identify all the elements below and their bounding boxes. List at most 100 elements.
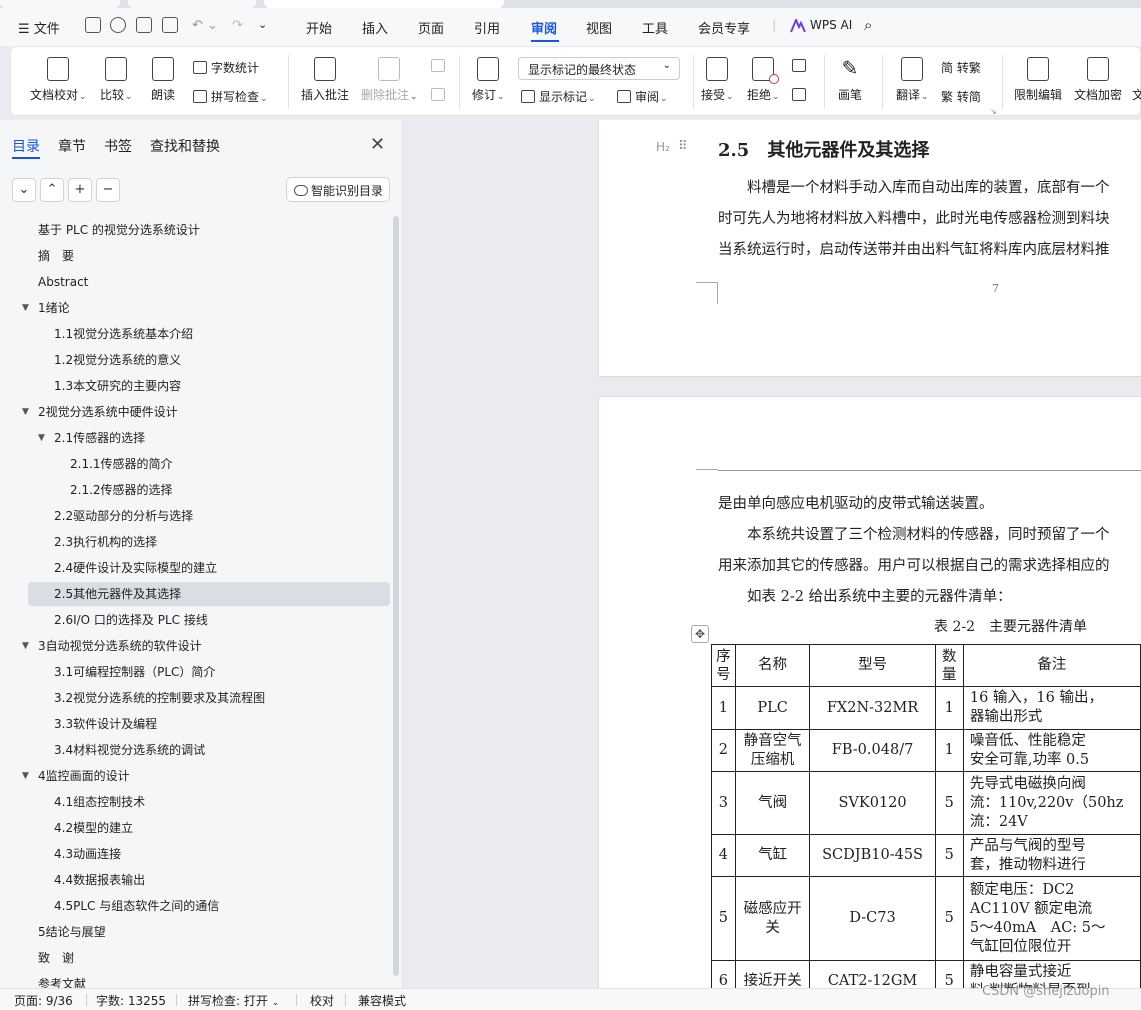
quick-access-more-icon[interactable]: ⌄ bbox=[258, 18, 267, 31]
window-tab[interactable] bbox=[128, 0, 256, 8]
toc-item[interactable]: 4.5PLC 与组态软件之间的通信 bbox=[28, 894, 390, 918]
tab-page[interactable]: 页面 bbox=[418, 18, 444, 37]
collapse-arrow-icon[interactable]: ▼ bbox=[38, 426, 45, 450]
compare-button[interactable]: 比较⌄ bbox=[100, 57, 133, 103]
tab-review[interactable]: 审阅 bbox=[531, 18, 557, 37]
toc-item[interactable]: 2.5其他元器件及其选择 bbox=[28, 582, 390, 606]
spell-check-button[interactable]: 拼写检查⌄ bbox=[193, 88, 268, 105]
print-preview-icon[interactable] bbox=[162, 17, 178, 33]
to-traditional-button[interactable]: 简 转繁 bbox=[941, 59, 981, 76]
collapse-icon[interactable]: ⌃ bbox=[40, 178, 64, 202]
toc-item[interactable]: 4.2模型的建立 bbox=[28, 816, 390, 840]
prev-comment-icon[interactable] bbox=[431, 59, 449, 73]
print-icon[interactable] bbox=[136, 17, 152, 33]
toc-item[interactable]: 5结论与展望 bbox=[28, 920, 390, 944]
toc-item[interactable]: 4.1组态控制技术 bbox=[28, 790, 390, 814]
table-move-icon[interactable]: ✥ bbox=[691, 625, 709, 643]
next-comment-icon[interactable] bbox=[431, 88, 449, 102]
word-count-button[interactable]: 字数统计 bbox=[193, 59, 259, 76]
doc-check-button[interactable]: 文档校对⌄ bbox=[30, 57, 87, 103]
markup-state-select[interactable]: 显示标记的最终状态 ⌄ bbox=[518, 57, 680, 80]
more-ribbon-button[interactable]: 文 bbox=[1132, 57, 1141, 103]
toc-item[interactable]: 3.3软件设计及编程 bbox=[28, 712, 390, 736]
window-tab-active[interactable] bbox=[264, 0, 504, 8]
toc-item[interactable]: 3.1可编程控制器（PLC）简介 bbox=[28, 660, 390, 684]
smart-toc-button[interactable]: 智能识别目录 bbox=[286, 177, 390, 202]
toc-item[interactable]: 2.2驱动部分的分析与选择 bbox=[28, 504, 390, 528]
review-pane-button[interactable]: 审阅⌄ bbox=[617, 88, 668, 105]
toc-item[interactable]: 4.4数据报表输出 bbox=[28, 868, 390, 892]
encrypt-button[interactable]: 文档加密 bbox=[1074, 57, 1122, 103]
toc-item[interactable]: ▼ 1绪论 bbox=[22, 296, 390, 320]
table-header-cell: 数量 bbox=[934, 644, 964, 687]
wps-ai-button[interactable]: WPS AI bbox=[810, 18, 852, 32]
collapse-arrow-icon[interactable]: ▼ bbox=[22, 764, 29, 788]
window-tab[interactable] bbox=[0, 0, 120, 8]
tab-bookmarks[interactable]: 书签 bbox=[104, 139, 132, 155]
redo-icon[interactable]: ↷ bbox=[232, 18, 243, 33]
toc-item[interactable]: 2.4硬件设计及实际模型的建立 bbox=[28, 556, 390, 580]
delete-comment-button[interactable]: 删除批注⌄ bbox=[361, 57, 418, 103]
undo-icon[interactable]: ↶ ⌄ bbox=[192, 18, 218, 33]
toc-item[interactable]: Abstract bbox=[28, 270, 390, 294]
tab-references[interactable]: 引用 bbox=[474, 18, 500, 37]
toc-scrollbar[interactable] bbox=[393, 216, 399, 976]
tab-sections[interactable]: 章节 bbox=[58, 139, 86, 155]
toc-item[interactable]: 2.3执行机构的选择 bbox=[28, 530, 390, 554]
tab-view[interactable]: 视图 bbox=[586, 18, 612, 37]
tab-find-replace[interactable]: 查找和替换 bbox=[150, 139, 220, 155]
file-menu[interactable]: ☰ 文件 bbox=[18, 18, 60, 37]
close-icon[interactable]: ✕ bbox=[370, 134, 385, 155]
toc-item[interactable]: 摘 要 bbox=[28, 244, 390, 268]
toc-item[interactable]: 基于 PLC 的视觉分选系统设计 bbox=[28, 218, 390, 242]
tab-tools[interactable]: 工具 bbox=[642, 18, 668, 37]
dialog-launcher-icon[interactable]: ↘ bbox=[990, 107, 997, 116]
collapse-arrow-icon[interactable]: ▼ bbox=[22, 400, 29, 424]
toc-item[interactable]: 1.2视觉分选系统的意义 bbox=[28, 348, 390, 372]
pen-button[interactable]: ✎ 画笔 bbox=[838, 57, 862, 103]
to-simplified-button[interactable]: 繁 转简 bbox=[941, 88, 981, 105]
remove-heading-icon[interactable]: − bbox=[96, 178, 120, 202]
share-icon[interactable] bbox=[110, 17, 126, 33]
toc-item[interactable]: 4.3动画连接 bbox=[28, 842, 390, 866]
toc-item[interactable]: 1.3本文研究的主要内容 bbox=[28, 374, 390, 398]
show-markup-button[interactable]: 显示标记⌄ bbox=[521, 88, 596, 105]
search-icon[interactable]: ⌕ bbox=[864, 16, 872, 34]
toc-item[interactable]: ▼ 2视觉分选系统中硬件设计 bbox=[22, 400, 390, 424]
word-count-indicator[interactable]: 字数: 13255 bbox=[96, 992, 166, 1009]
review-pane-icon bbox=[617, 90, 631, 103]
expand-icon[interactable]: ⌄ bbox=[12, 178, 36, 202]
collapse-arrow-icon[interactable]: ▼ bbox=[22, 634, 29, 658]
toc-item[interactable]: 3.2视觉分选系统的控制要求及其流程图 bbox=[28, 686, 390, 710]
tab-insert[interactable]: 插入 bbox=[362, 18, 388, 37]
translate-button[interactable]: 翻译⌄ bbox=[896, 57, 929, 103]
toc-item[interactable]: ▼ 4监控画面的设计 bbox=[22, 764, 390, 788]
revise-button[interactable]: 修订⌄ bbox=[472, 57, 505, 103]
toc-item[interactable]: 2.1.2传感器的选择 bbox=[28, 478, 390, 502]
toc-item[interactable]: ▼ 2.1传感器的选择 bbox=[28, 426, 390, 450]
spell-check-status[interactable]: 拼写检查: 打开 ⌄ bbox=[188, 992, 279, 1009]
page-indicator[interactable]: 页面: 9/36 bbox=[14, 992, 73, 1009]
save-icon[interactable] bbox=[85, 17, 101, 33]
accept-button[interactable]: 接受⌄ bbox=[701, 57, 734, 103]
toc-item[interactable]: 致 谢 bbox=[28, 946, 390, 970]
tab-start[interactable]: 开始 bbox=[306, 18, 332, 37]
insert-comment-button[interactable]: 插入批注 bbox=[301, 57, 349, 103]
reject-button[interactable]: 拒绝⌄ bbox=[747, 57, 780, 103]
next-change-icon[interactable] bbox=[792, 88, 810, 102]
collapse-arrow-icon[interactable]: ▼ bbox=[22, 296, 29, 320]
toc-item[interactable]: 2.1.1传感器的简介 bbox=[28, 452, 390, 476]
drag-handle-icon[interactable]: ⠿ bbox=[678, 139, 687, 154]
toc-item[interactable]: 参考文献 bbox=[28, 972, 390, 988]
tab-member[interactable]: 会员专享 bbox=[698, 18, 750, 37]
toc-item[interactable]: 2.6I/O 口的选择及 PLC 接线 bbox=[28, 608, 390, 632]
toc-item[interactable]: ▼ 3自动视觉分选系统的软件设计 bbox=[22, 634, 390, 658]
toc-item[interactable]: 3.4材料视觉分选系统的调试 bbox=[28, 738, 390, 762]
tab-toc[interactable]: 目录 bbox=[12, 139, 40, 155]
add-heading-icon[interactable]: + bbox=[68, 178, 92, 202]
restrict-edit-button[interactable]: 限制编辑 bbox=[1014, 57, 1062, 103]
prev-change-icon[interactable] bbox=[792, 59, 810, 73]
proofread-status[interactable]: 校对 bbox=[310, 992, 334, 1009]
read-aloud-button[interactable]: 朗读 bbox=[151, 57, 175, 103]
toc-item[interactable]: 1.1视觉分选系统基本介绍 bbox=[28, 322, 390, 346]
